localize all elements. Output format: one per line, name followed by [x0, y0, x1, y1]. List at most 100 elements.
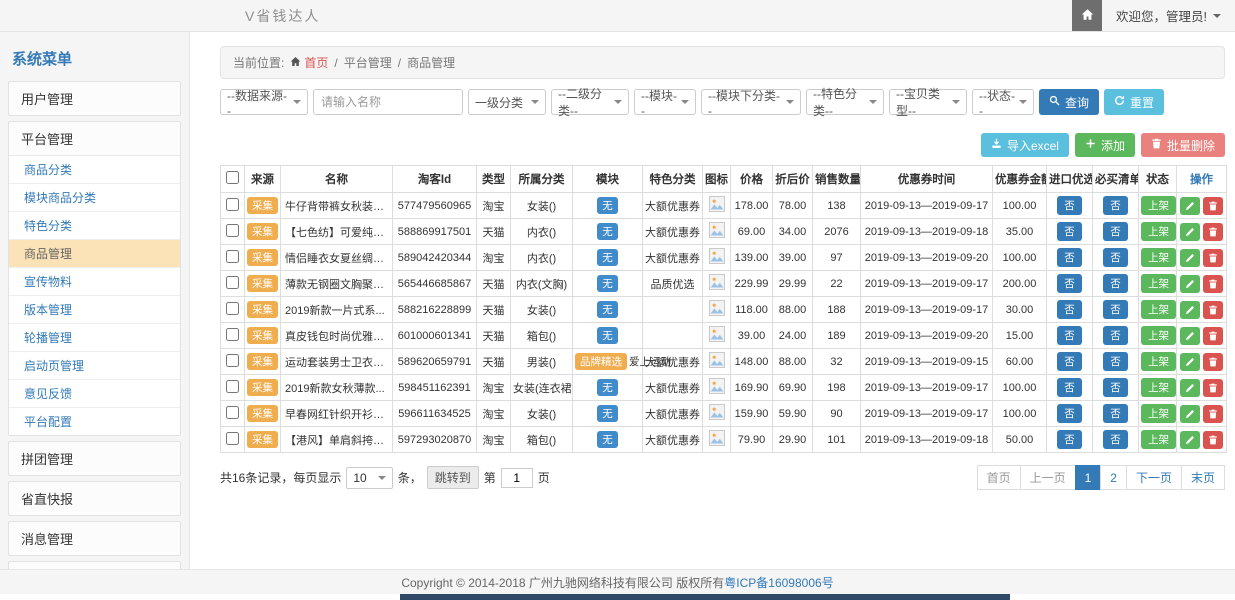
- user-menu[interactable]: 欢迎您，管理员!: [1102, 6, 1235, 25]
- delete-button[interactable]: [1203, 431, 1223, 449]
- status-button[interactable]: 上架: [1141, 196, 1176, 215]
- must-buy-toggle-button[interactable]: 否: [1103, 326, 1128, 345]
- must-buy-toggle-button[interactable]: 否: [1103, 248, 1128, 267]
- must-buy-toggle-button[interactable]: 否: [1103, 196, 1128, 215]
- must-buy-toggle-button[interactable]: 否: [1103, 378, 1128, 397]
- delete-button[interactable]: [1203, 353, 1223, 371]
- must-buy-toggle-button[interactable]: 否: [1103, 274, 1128, 293]
- must-buy-toggle-button[interactable]: 否: [1103, 352, 1128, 371]
- status-button[interactable]: 上架: [1141, 404, 1176, 423]
- edit-button[interactable]: [1180, 431, 1200, 449]
- edit-button[interactable]: [1180, 249, 1200, 267]
- sidebar-subitem[interactable]: 意见反馈: [9, 380, 180, 408]
- page-button[interactable]: 2: [1100, 465, 1127, 490]
- page-button[interactable]: 1: [1075, 465, 1102, 490]
- row-checkbox[interactable]: [226, 406, 239, 419]
- breadcrumb-home-link[interactable]: 首页: [290, 54, 328, 71]
- jump-button[interactable]: 跳转到: [427, 466, 479, 489]
- search-button[interactable]: 查询: [1039, 89, 1099, 115]
- import-toggle-button[interactable]: 否: [1057, 248, 1082, 267]
- name-search-input[interactable]: [313, 89, 463, 115]
- delete-button[interactable]: [1203, 379, 1223, 397]
- sidebar-subitem[interactable]: 商品管理: [9, 240, 180, 268]
- import-toggle-button[interactable]: 否: [1057, 196, 1082, 215]
- row-checkbox[interactable]: [226, 198, 239, 211]
- select-all-checkbox[interactable]: [226, 171, 239, 184]
- status-button[interactable]: 上架: [1141, 300, 1176, 319]
- batch-delete-button[interactable]: 批量删除: [1141, 133, 1225, 157]
- sidebar-item-4[interactable]: 消息管理: [9, 522, 180, 555]
- status-button[interactable]: 上架: [1141, 326, 1176, 345]
- import-excel-button[interactable]: 导入excel: [981, 133, 1069, 157]
- status-button[interactable]: 上架: [1141, 222, 1176, 241]
- filter-select-2[interactable]: --二级分类--: [551, 89, 629, 115]
- edit-button[interactable]: [1180, 275, 1200, 293]
- breadcrumb-item-goods[interactable]: 商品管理: [407, 54, 455, 71]
- edit-button[interactable]: [1180, 405, 1200, 423]
- add-button[interactable]: 添加: [1075, 133, 1135, 157]
- filter-select-3[interactable]: --模块--: [634, 89, 696, 115]
- import-toggle-button[interactable]: 否: [1057, 274, 1082, 293]
- sidebar-subitem[interactable]: 模块商品分类: [9, 184, 180, 212]
- row-checkbox[interactable]: [226, 250, 239, 263]
- status-button[interactable]: 上架: [1141, 378, 1176, 397]
- sidebar-item-3[interactable]: 省直快报: [9, 482, 180, 515]
- sidebar-subitem[interactable]: 版本管理: [9, 296, 180, 324]
- row-checkbox[interactable]: [226, 354, 239, 367]
- sidebar-subitem[interactable]: 特色分类: [9, 212, 180, 240]
- page-button[interactable]: 首页: [977, 465, 1021, 490]
- edit-button[interactable]: [1180, 301, 1200, 319]
- reset-button[interactable]: 重置: [1104, 89, 1164, 115]
- import-toggle-button[interactable]: 否: [1057, 378, 1082, 397]
- status-button[interactable]: 上架: [1141, 430, 1176, 449]
- edit-button[interactable]: [1180, 197, 1200, 215]
- sidebar-subitem[interactable]: 启动页管理: [9, 352, 180, 380]
- icp-link[interactable]: 粤ICP备16098006号: [724, 574, 833, 591]
- filter-select-7[interactable]: --状态--: [972, 89, 1034, 115]
- breadcrumb-item-platform[interactable]: 平台管理: [344, 54, 392, 71]
- filter-select-6[interactable]: --宝贝类型--: [889, 89, 967, 115]
- page-button[interactable]: 上一页: [1020, 465, 1076, 490]
- sidebar-subitem[interactable]: 轮播管理: [9, 324, 180, 352]
- delete-button[interactable]: [1203, 301, 1223, 319]
- delete-button[interactable]: [1203, 327, 1223, 345]
- sidebar-item-0[interactable]: 用户管理: [9, 82, 180, 115]
- row-checkbox[interactable]: [226, 380, 239, 393]
- delete-button[interactable]: [1203, 197, 1223, 215]
- import-toggle-button[interactable]: 否: [1057, 326, 1082, 345]
- status-button[interactable]: 上架: [1141, 352, 1176, 371]
- delete-button[interactable]: [1203, 249, 1223, 267]
- filter-select-4[interactable]: --模块下分类--: [701, 89, 801, 115]
- edit-button[interactable]: [1180, 223, 1200, 241]
- page-button[interactable]: 末页: [1181, 465, 1225, 490]
- import-toggle-button[interactable]: 否: [1057, 352, 1082, 371]
- edit-button[interactable]: [1180, 353, 1200, 371]
- row-checkbox[interactable]: [226, 224, 239, 237]
- edit-button[interactable]: [1180, 327, 1200, 345]
- delete-button[interactable]: [1203, 275, 1223, 293]
- home-button[interactable]: [1072, 0, 1102, 31]
- jump-page-input[interactable]: [501, 468, 533, 488]
- must-buy-toggle-button[interactable]: 否: [1103, 300, 1128, 319]
- must-buy-toggle-button[interactable]: 否: [1103, 430, 1128, 449]
- delete-button[interactable]: [1203, 223, 1223, 241]
- must-buy-toggle-button[interactable]: 否: [1103, 222, 1128, 241]
- import-toggle-button[interactable]: 否: [1057, 430, 1082, 449]
- status-button[interactable]: 上架: [1141, 248, 1176, 267]
- import-toggle-button[interactable]: 否: [1057, 222, 1082, 241]
- sidebar-item-1[interactable]: 平台管理: [9, 122, 180, 155]
- must-buy-toggle-button[interactable]: 否: [1103, 404, 1128, 423]
- row-checkbox[interactable]: [226, 432, 239, 445]
- per-page-select[interactable]: 10: [346, 467, 392, 489]
- sidebar-item-2[interactable]: 拼团管理: [9, 442, 180, 475]
- row-checkbox[interactable]: [226, 302, 239, 315]
- row-checkbox[interactable]: [226, 276, 239, 289]
- sidebar-subitem[interactable]: 商品分类: [9, 156, 180, 184]
- page-button[interactable]: 下一页: [1126, 465, 1182, 490]
- edit-button[interactable]: [1180, 379, 1200, 397]
- sidebar-subitem[interactable]: 平台配置: [9, 408, 180, 435]
- row-checkbox[interactable]: [226, 328, 239, 341]
- import-toggle-button[interactable]: 否: [1057, 300, 1082, 319]
- status-button[interactable]: 上架: [1141, 274, 1176, 293]
- filter-select-0[interactable]: --数据来源--: [220, 89, 308, 115]
